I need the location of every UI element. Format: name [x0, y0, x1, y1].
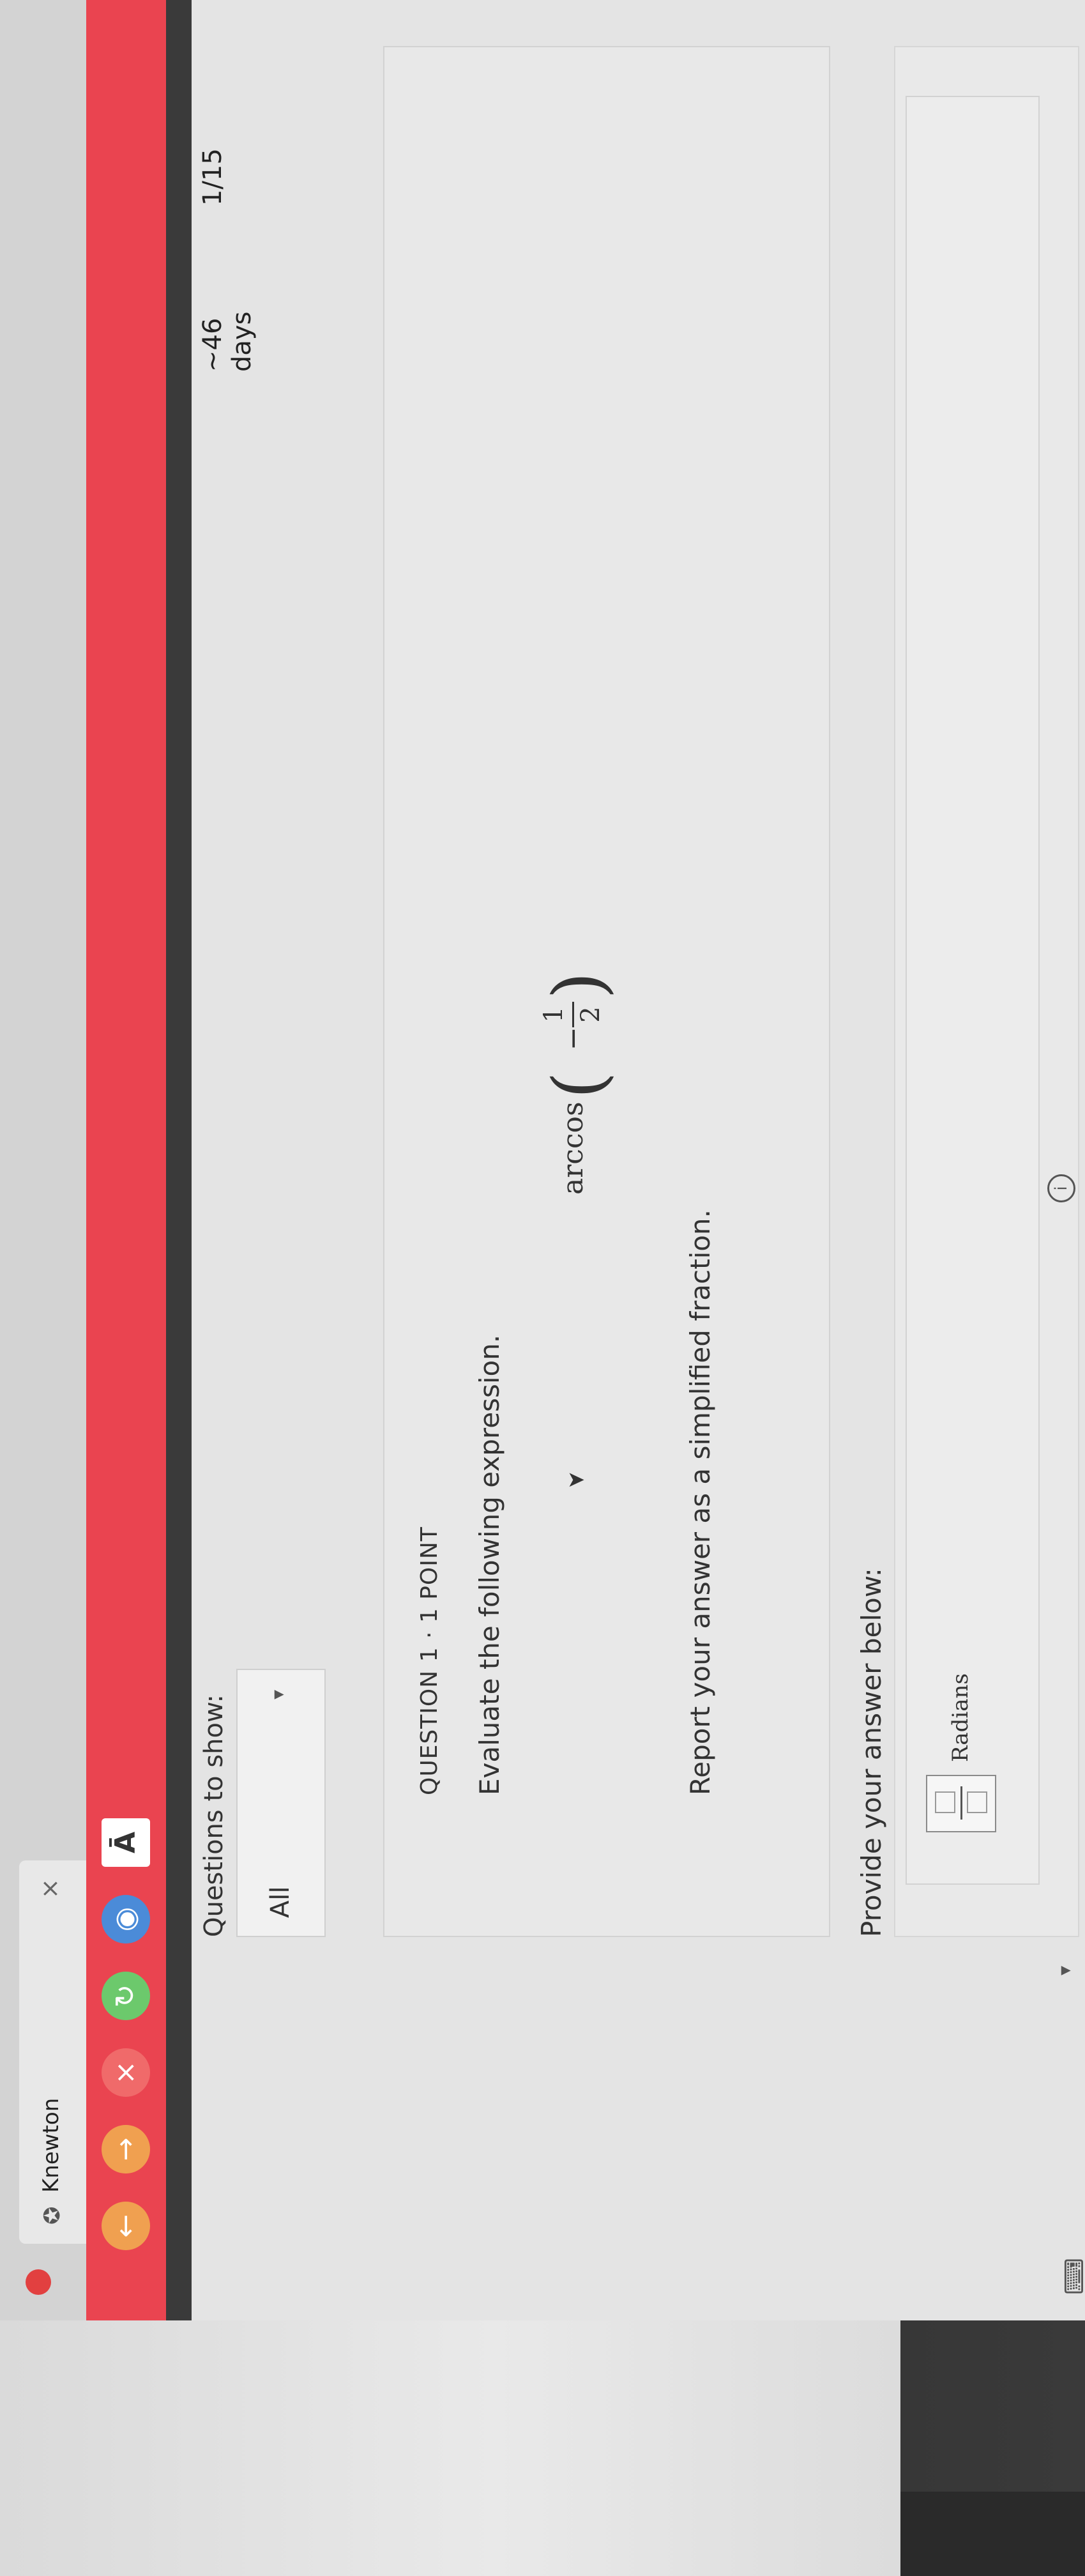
fraction-bar [572, 1002, 574, 1027]
tab-close-icon[interactable]: × [36, 1878, 64, 1899]
answer-area: Radians [894, 46, 1079, 1937]
numerator-slot[interactable] [935, 1791, 955, 1813]
browser-window: ✪ Knewton × ← → × ↻ ◉ Ā ~46 days 1/15 Qu… [0, 0, 1085, 2320]
filter-label: Questions to show: [199, 1694, 229, 1937]
question-card: QUESTION 1 · 1 POINT Evaluate the follow… [383, 46, 830, 1937]
reload-icon[interactable]: ↻ [102, 1972, 150, 2020]
filter-selected-value: All [266, 1886, 295, 1918]
fraction-template-icon[interactable] [926, 1775, 996, 1832]
info-icon[interactable]: i [1047, 1174, 1075, 1202]
stop-icon[interactable]: × [102, 2048, 150, 2097]
math-function: arccos [557, 1101, 589, 1195]
forward-arrow-icon[interactable]: → [102, 2125, 150, 2174]
tools-chevron-down-icon[interactable]: ▾ [1054, 1966, 1076, 1975]
math-expression: arccos ( − 1 2 ) [531, 972, 621, 1195]
tab-strip: ✪ Knewton × [0, 0, 86, 2320]
right-paren: ) [538, 972, 619, 999]
globe-icon[interactable]: ◉ [102, 1895, 150, 1943]
days-remaining: ~46 days [198, 311, 257, 372]
left-paren: ( [538, 1071, 619, 1099]
keyboard-icon[interactable]: ⌨ [1060, 2258, 1085, 2295]
question-header: QUESTION 1 · 1 POINT [416, 1526, 443, 1795]
tab-title: Knewton [38, 2097, 64, 2193]
page-header-strip [166, 0, 192, 2320]
assignment-content: ~46 days 1/15 Questions to show: All ▾ Q… [192, 0, 1085, 2320]
template-fraction-bar [960, 1786, 962, 1820]
browser-toolbar: ← → × ↻ ◉ Ā [86, 0, 166, 2320]
units-label: Radians [948, 1673, 973, 1762]
math-sign: − [557, 1027, 589, 1050]
fraction-denominator: 2 [576, 1006, 605, 1023]
question-prompt: Evaluate the following expression. [474, 1334, 505, 1795]
knewton-favicon-icon: ✪ [40, 2206, 65, 2225]
answer-label: Provide your answer below: [856, 1568, 887, 1937]
mouse-cursor-icon: ➤ [566, 1466, 586, 1492]
questions-filter-select[interactable]: All ▾ [236, 1669, 326, 1937]
question-counter: 1/15 [198, 148, 227, 206]
font-size-icon[interactable]: Ā [102, 1818, 150, 1867]
question-instruction: Report your answer as a simplified fract… [685, 1209, 716, 1795]
rotated-screen: › ✪ Knewton × ← → × ↻ ◉ Ā ~46 days 1/15 … [0, 0, 1085, 2576]
window-close-dot-icon[interactable] [26, 2269, 51, 2295]
answer-input[interactable]: Radians [906, 96, 1040, 1885]
chevron-down-icon: ▾ [267, 1689, 289, 1699]
fraction-numerator: 1 [539, 1006, 568, 1023]
tab-knewton[interactable]: ✪ Knewton × [19, 1860, 86, 2244]
denominator-slot[interactable] [967, 1791, 987, 1813]
back-arrow-icon[interactable]: ← [102, 2202, 150, 2250]
